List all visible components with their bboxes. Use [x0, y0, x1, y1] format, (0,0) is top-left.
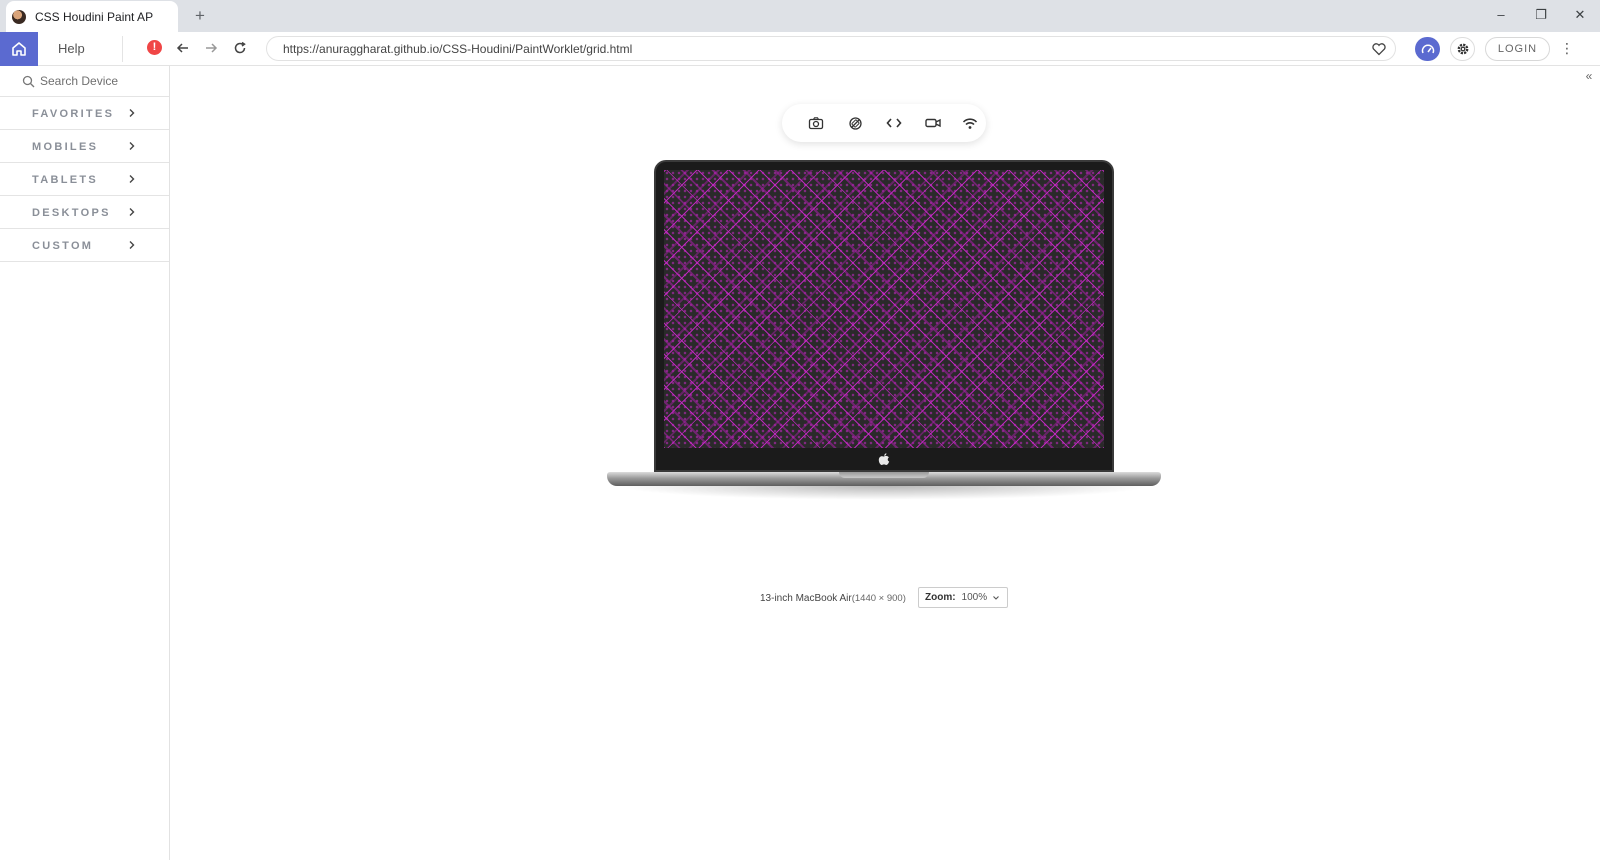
- apple-logo-icon: [878, 453, 890, 465]
- device-sidebar: FAVORITES MOBILES TABLETS DESKTOPS CUSTO…: [0, 66, 170, 860]
- chevron-right-icon: [129, 208, 135, 216]
- reload-icon: [234, 41, 246, 54]
- chevron-right-icon: [129, 142, 135, 150]
- zoom-select[interactable]: Zoom: 100%: [918, 587, 1008, 608]
- category-favorites[interactable]: FAVORITES: [0, 97, 169, 130]
- settings-button[interactable]: [1450, 37, 1475, 61]
- rotate-button[interactable]: [845, 113, 865, 133]
- chevron-right-icon: [129, 175, 135, 183]
- restore-button[interactable]: ❐: [1532, 6, 1550, 24]
- back-arrow-icon: [176, 43, 188, 53]
- category-desktops[interactable]: DESKTOPS: [0, 196, 169, 229]
- alert-icon[interactable]: !: [147, 40, 162, 55]
- record-button[interactable]: [923, 113, 943, 133]
- performance-button[interactable]: [1415, 37, 1440, 61]
- zoom-value: 100%: [961, 592, 988, 603]
- search-icon: [22, 75, 35, 88]
- login-button[interactable]: LOGIN: [1485, 37, 1550, 61]
- address-bar: [266, 36, 1396, 61]
- camera-icon: [808, 117, 824, 130]
- collapse-icon[interactable]: «: [1582, 70, 1596, 84]
- reload-button[interactable]: [231, 39, 249, 57]
- home-icon: [12, 42, 26, 56]
- rotate-icon: [848, 116, 862, 130]
- zoom-label: Zoom:: [925, 592, 956, 603]
- category-label: DESKTOPS: [32, 207, 111, 219]
- category-label: CUSTOM: [32, 240, 94, 252]
- device-toolbar: [782, 104, 986, 142]
- home-button[interactable]: [0, 32, 38, 66]
- speedometer-icon: [1421, 44, 1434, 54]
- category-tablets[interactable]: TABLETS: [0, 163, 169, 196]
- laptop-lid: [654, 160, 1114, 472]
- heart-icon[interactable]: [1371, 41, 1387, 57]
- laptop-shadow: [617, 486, 1151, 500]
- title-bar: CSS Houdini Paint AP + – ❐ ✕: [0, 0, 1600, 32]
- laptop-notch: [839, 472, 929, 478]
- toolbar: Help ! LOGIN ⋮: [0, 32, 1600, 66]
- browser-tab[interactable]: CSS Houdini Paint AP: [6, 1, 178, 32]
- url-input[interactable]: [283, 41, 1333, 57]
- network-button[interactable]: [960, 113, 980, 133]
- device-resolution: (1440 × 900): [851, 593, 906, 604]
- close-window-button[interactable]: ✕: [1571, 6, 1589, 24]
- category-label: MOBILES: [32, 141, 99, 153]
- forward-arrow-icon: [206, 43, 218, 53]
- device-info: 13-inch MacBook Air(1440 × 900): [760, 593, 906, 604]
- new-tab-button[interactable]: +: [190, 6, 210, 26]
- back-button[interactable]: [174, 39, 192, 57]
- device-name: 13-inch MacBook Air: [760, 593, 852, 604]
- category-label: FAVORITES: [32, 108, 115, 120]
- gear-icon: [1457, 43, 1468, 55]
- toolbar-divider: [122, 36, 123, 62]
- screenshot-button[interactable]: [806, 113, 826, 133]
- chevron-right-icon: [129, 109, 135, 117]
- category-custom[interactable]: CUSTOM: [0, 229, 169, 262]
- tab-favicon-icon: [12, 9, 26, 24]
- device-screen-preview[interactable]: [664, 170, 1104, 448]
- laptop-frame: [607, 160, 1161, 505]
- kebab-menu-icon[interactable]: ⋮: [1560, 39, 1574, 59]
- chevron-down-icon: [993, 595, 1000, 600]
- code-icon: [886, 118, 902, 128]
- devtools-button[interactable]: [884, 113, 904, 133]
- tab-title: CSS Houdini Paint AP: [35, 9, 154, 24]
- category-label: TABLETS: [32, 174, 99, 186]
- wifi-icon: [962, 117, 978, 129]
- minimize-button[interactable]: –: [1492, 6, 1510, 24]
- forward-button[interactable]: [202, 39, 220, 57]
- video-icon: [925, 118, 941, 128]
- device-search: [0, 66, 169, 97]
- search-device-input[interactable]: [40, 73, 160, 89]
- help-link[interactable]: Help: [58, 41, 85, 56]
- chevron-right-icon: [129, 241, 135, 249]
- category-mobiles[interactable]: MOBILES: [0, 130, 169, 163]
